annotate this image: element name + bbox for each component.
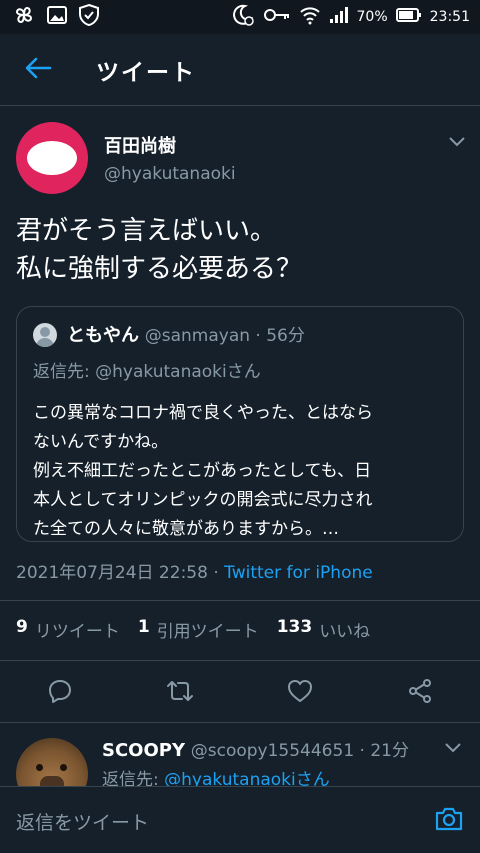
like-icon[interactable] [285, 676, 315, 706]
separator-dot: · [250, 326, 267, 346]
tweet-source-link[interactable]: Twitter for iPhone [224, 563, 373, 583]
quoted-name: ともやん [67, 325, 139, 346]
page-title: ツイート [96, 59, 196, 86]
reply-tweet[interactable]: SCOOPY @scoopy15544651 · 21分 返信先: @hyaku… [0, 722, 480, 786]
chevron-down-icon[interactable] [444, 738, 462, 757]
comment-icon[interactable] [45, 676, 75, 706]
tweet-actions [0, 664, 480, 720]
wifi-icon [299, 5, 321, 29]
divider [0, 600, 480, 601]
avatar[interactable] [16, 122, 88, 194]
quoted-avatar [33, 323, 57, 347]
camera-icon[interactable] [434, 805, 464, 837]
battery-icon [395, 7, 422, 27]
quoted-line: 本人としてオリンピックの開会式に尽力され [33, 490, 373, 510]
reply-handle: @scoopy15544651 [190, 741, 355, 761]
quoted-line: 例え不細工だったとこがあったとしても、日 [33, 461, 372, 481]
quoted-line: この異常なコロナ禍で良くやった、とはなら [33, 403, 373, 423]
quoted-line: ないんですかね。 [33, 432, 169, 452]
retweets-count[interactable]: 9 [16, 617, 28, 642]
signal-icon [329, 6, 349, 28]
quotes-count[interactable]: 1 [138, 617, 150, 642]
divider [0, 660, 480, 661]
pinwheel-icon [12, 3, 36, 31]
tweet-text-line: 君がそう言えばいい。 [16, 216, 277, 246]
retweets-label[interactable]: リツイート [35, 617, 120, 642]
gallery-icon [46, 5, 68, 29]
quoted-handle: @sanmayan [144, 326, 251, 346]
arrow-left-icon [24, 56, 52, 84]
quoted-line: た全ての人々に敬意がありますから。… [33, 519, 339, 539]
reply-mention-link[interactable]: @hyakutanaokiさん [164, 770, 330, 786]
tweet-stats: 9 リツイート 1 引用ツイート 133 いいね [16, 617, 388, 642]
reply-to: 返信先: @hyakutanaokiさん [102, 765, 330, 786]
tweet-text-line: 私に強制する必要ある？ [16, 254, 303, 284]
status-bar: 70% 23:51 [0, 0, 480, 34]
likes-label[interactable]: いいね [319, 617, 370, 642]
author-name[interactable]: 百田尚樹 [104, 132, 176, 158]
clock: 23:51 [429, 9, 470, 25]
reply-name: SCOOPY [102, 740, 186, 761]
quoted-body: この異常なコロナ禍で良くやった、とはなら ないんですかね。 例え不細工だったとこ… [33, 399, 453, 544]
tweet-author: 百田尚樹 @hyakutanaoki [0, 106, 480, 200]
reply-time: 21分 [370, 741, 409, 761]
retweet-icon[interactable] [165, 676, 195, 706]
back-button[interactable] [0, 34, 76, 106]
share-icon[interactable] [405, 676, 435, 706]
battery-percent: 70% [356, 9, 388, 25]
likes-count[interactable]: 133 [277, 617, 313, 642]
reply-prefix: 返信先: [102, 770, 165, 786]
key-icon [263, 6, 291, 28]
reply-composer[interactable]: 返信をツイート [0, 786, 480, 853]
tweet-text: 君がそう言えばいい。 私に強制する必要ある？ [16, 212, 466, 288]
top-app-bar: ツイート [0, 34, 480, 106]
reply-header: SCOOPY @scoopy15544651 · 21分 [102, 736, 409, 761]
chevron-down-icon[interactable] [448, 132, 466, 151]
author-handle[interactable]: @hyakutanaoki [104, 164, 236, 184]
quotes-label[interactable]: 引用ツイート [157, 617, 259, 642]
quoted-tweet-card[interactable]: ともやん @sanmayan · 56分 返信先: @hyakutanaokiさ… [16, 306, 464, 542]
tweet-meta: 2021年07月24日 22:58 · Twitter for iPhone [16, 558, 373, 583]
tweet-timestamp: 2021年07月24日 22:58 [16, 563, 208, 583]
reply-input[interactable]: 返信をツイート [16, 808, 149, 835]
quoted-time: 56分 [266, 326, 305, 346]
moon-alarm-icon [231, 3, 255, 31]
separator-dot: · [207, 563, 225, 583]
quoted-header: ともやん @sanmayan · 56分 [67, 321, 305, 347]
shield-icon [78, 3, 100, 31]
avatar[interactable] [16, 738, 88, 786]
separator-dot: · [354, 741, 371, 761]
quoted-reply-to: 返信先: @hyakutanaokiさん [33, 362, 261, 382]
